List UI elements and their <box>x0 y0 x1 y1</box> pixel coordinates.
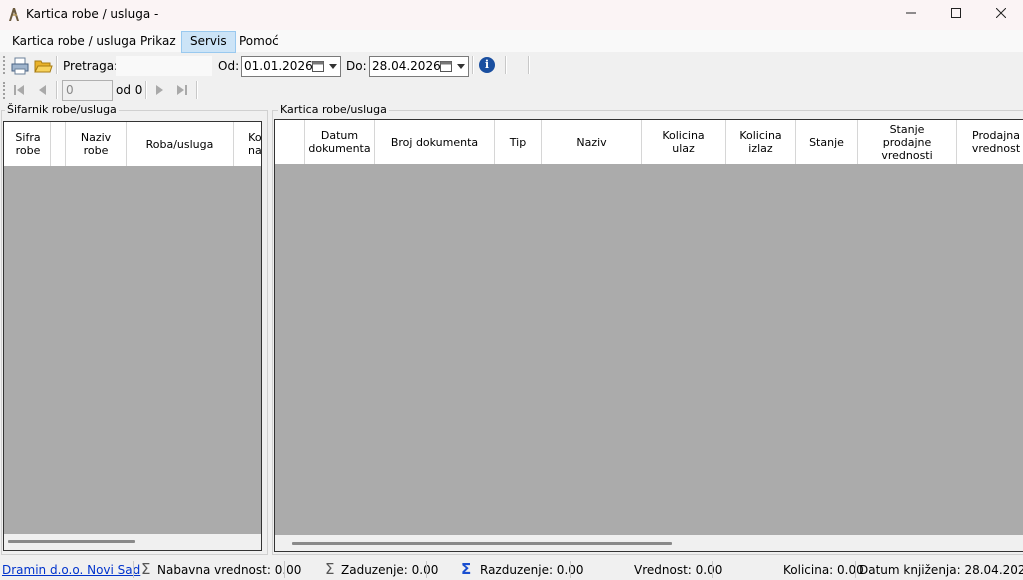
record-position-input[interactable]: 0 <box>62 80 113 101</box>
to-date-picker[interactable]: 28.04.2026 <box>369 56 469 77</box>
column-header-rowselector[interactable] <box>275 120 305 164</box>
column-header-ko[interactable]: Ko na <box>234 122 261 166</box>
to-date-label: Do: <box>346 59 367 73</box>
toolbar-separator <box>472 56 474 74</box>
sum-icon: Σ <box>141 560 151 578</box>
menu-kartica[interactable]: Kartica robe / usluga <box>5 31 143 51</box>
column-header-broj[interactable]: Broj dokumenta <box>375 120 495 164</box>
toolbar-separator <box>56 56 58 74</box>
column-header-kolicina-izlaz[interactable]: Kolicina izlaz <box>726 120 796 164</box>
menu-prikaz[interactable]: Prikaz <box>133 31 183 51</box>
status-separator <box>712 561 713 578</box>
info-icon[interactable]: i <box>479 57 495 73</box>
sum-icon: Σ <box>461 560 472 578</box>
last-record-icon[interactable] <box>175 83 189 97</box>
toolbar-separator <box>505 56 507 74</box>
status-separator <box>570 561 571 578</box>
menu-servis[interactable]: Servis <box>181 31 236 53</box>
sum-icon: Σ <box>325 560 335 578</box>
column-header-sifra[interactable]: Sifra robe <box>4 122 51 166</box>
minimize-icon <box>906 12 916 14</box>
app-logo-icon <box>9 8 19 21</box>
to-date-value: 28.04.2026 <box>372 59 441 73</box>
toolbar-separator <box>196 81 198 99</box>
status-razduzenje: Razduzenje: 0.00 <box>480 563 584 577</box>
left-grid[interactable]: Sifra robe Naziv robe Roba/usluga Ko na <box>3 121 262 551</box>
toolbar-separator <box>145 81 147 99</box>
column-header-tip[interactable]: Tip <box>495 120 542 164</box>
first-record-icon[interactable] <box>12 83 26 97</box>
column-header-stanje-prodajne-vrednosti[interactable]: Stanje prodajne vrednosti <box>858 120 957 164</box>
minimize-button[interactable] <box>888 0 934 28</box>
status-vrednost: Vrednost: 0.00 <box>634 563 723 577</box>
column-header-stanje[interactable]: Stanje <box>796 120 858 164</box>
status-separator <box>133 561 134 578</box>
chevron-down-icon <box>457 64 465 69</box>
status-separator <box>855 561 856 578</box>
from-date-label: Od: <box>218 59 240 73</box>
column-header-prodajna-vrednost[interactable]: Prodajna vrednost <box>957 120 1023 164</box>
calendar-icon <box>312 61 324 72</box>
window-title: Kartica robe / usluga - <box>26 7 159 21</box>
menu-pomoc[interactable]: Pomoć <box>232 31 286 51</box>
column-header-naziv[interactable]: Naziv robe <box>65 122 127 166</box>
column-header-datum[interactable]: Datum dokumenta <box>305 120 375 164</box>
next-record-icon[interactable] <box>152 83 166 97</box>
right-grid-scroll-thumb[interactable] <box>292 542 672 545</box>
print-icon[interactable] <box>10 56 30 76</box>
status-datum-knjizenja: Datum knjiženja: 28.04.2026 <box>859 563 1023 577</box>
maximize-button[interactable] <box>933 0 979 28</box>
search-input[interactable] <box>116 56 212 76</box>
toolbar-separator <box>528 56 530 74</box>
toolbar-separator <box>56 81 58 99</box>
left-grid-hscrollbar[interactable] <box>4 534 261 550</box>
title-bar: Kartica robe / usluga - <box>0 0 1023 30</box>
record-position-value: 0 <box>66 83 74 97</box>
left-grid-scroll-thumb[interactable] <box>8 540 135 543</box>
right-grid-header: Datum dokumenta Broj dokumenta Tip Naziv… <box>275 120 1023 164</box>
menu-bar: Kartica robe / usluga Prikaz Servis Pomo… <box>0 30 1023 53</box>
company-link[interactable]: Dramin d.o.o. Novi Sad <box>2 563 140 577</box>
right-grid-hscrollbar[interactable] <box>275 535 1023 551</box>
from-date-value: 01.01.2026 <box>244 59 313 73</box>
navigator-grip[interactable] <box>3 82 8 99</box>
from-date-picker[interactable]: 01.01.2026 <box>241 56 341 77</box>
search-label: Pretraga: <box>63 59 119 73</box>
open-folder-icon[interactable] <box>33 56 53 76</box>
status-separator <box>284 561 285 578</box>
column-header-roba-usluga[interactable]: Roba/usluga <box>126 122 234 166</box>
previous-record-icon[interactable] <box>36 83 50 97</box>
left-grid-header: Sifra robe Naziv robe Roba/usluga Ko na <box>4 122 261 166</box>
calendar-icon <box>440 61 452 72</box>
status-kolicina: Kolicina: 0.00 <box>783 563 864 577</box>
close-icon <box>995 7 1007 19</box>
right-panel-title: Kartica robe/usluga <box>278 103 389 116</box>
status-separator <box>426 561 427 578</box>
status-bar: Dramin d.o.o. Novi Sad Σ Nabavna vrednos… <box>0 559 1023 580</box>
left-panel-title: Šifarnik robe/usluga <box>5 103 119 116</box>
close-button[interactable] <box>978 0 1023 28</box>
record-count-label: od 0 <box>116 83 143 97</box>
column-header-naziv[interactable]: Naziv <box>542 120 642 164</box>
chevron-down-icon <box>329 64 337 69</box>
right-grid[interactable]: Datum dokumenta Broj dokumenta Tip Naziv… <box>274 119 1023 552</box>
status-nabavna-vrednost: Nabavna vrednost: 0.00 <box>157 563 302 577</box>
status-zaduzenje: Zaduzenje: 0.00 <box>341 563 439 577</box>
toolbar-grip[interactable] <box>3 56 8 74</box>
column-header-kolicina-ulaz[interactable]: Kolicina ulaz <box>642 120 726 164</box>
maximize-icon <box>951 8 961 18</box>
